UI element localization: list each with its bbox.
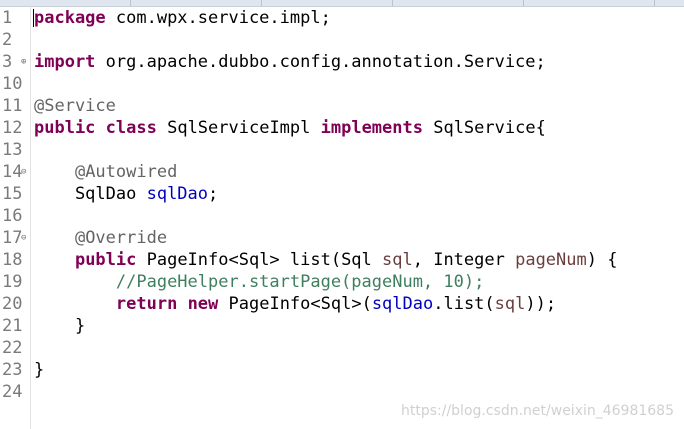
code-token: , Integer	[412, 250, 516, 270]
code-token: //PageHelper.startPage(pageNum, 10);	[115, 272, 485, 292]
code-text[interactable]: import org.apache.dubbo.config.annotatio…	[34, 51, 546, 73]
collapse-fold-icon[interactable]: ⊖	[21, 161, 31, 183]
code-token: .list(	[433, 294, 495, 314]
line-number: 10	[2, 74, 23, 94]
editor-tab[interactable]	[524, 0, 655, 6]
code-token: SqlServiceImpl	[156, 118, 321, 138]
line-number: 12	[2, 118, 23, 138]
code-token: package	[34, 8, 106, 28]
editor-tab[interactable]	[393, 0, 524, 6]
editor-tab[interactable]	[262, 0, 393, 6]
code-text[interactable]: @Override	[34, 227, 167, 249]
editor-tab[interactable]	[0, 0, 131, 6]
code-text[interactable]: }	[34, 359, 44, 381]
code-token: class	[105, 118, 157, 138]
code-text[interactable]: public PageInfo<Sql> list(Sql sql, Integ…	[34, 249, 618, 271]
code-token: return	[115, 294, 178, 314]
code-text[interactable]: //PageHelper.startPage(pageNum, 10);	[34, 271, 484, 293]
code-text[interactable]: SqlDao sqlDao;	[34, 183, 218, 205]
code-token: sqlDao	[146, 184, 209, 204]
code-token: SqlService{	[422, 118, 546, 138]
code-token: @Autowired	[74, 162, 178, 182]
code-token: PageInfo<Sql>(	[218, 294, 372, 314]
code-token: pageNum	[515, 250, 587, 270]
code-token: sql	[494, 294, 526, 314]
code-token: import	[34, 52, 96, 72]
line-number: 1	[2, 8, 13, 28]
code-text[interactable]: package com.wpx.service.impl;	[34, 7, 331, 29]
watermark-text: https://blog.csdn.net/weixin_46981685	[400, 403, 674, 419]
line-number: 16	[2, 206, 23, 226]
code-text[interactable]: }	[34, 315, 85, 337]
code-token: new	[187, 294, 219, 314]
code-token: }	[34, 360, 45, 380]
code-token: sql	[382, 250, 413, 270]
expand-fold-icon[interactable]: ⊕	[21, 51, 31, 73]
line-number: 19	[2, 272, 23, 292]
line-number: 11	[2, 96, 23, 116]
line-number: 24	[2, 382, 23, 402]
editor-tab-strip[interactable]	[0, 0, 684, 7]
code-token: @Service	[34, 96, 116, 116]
code-token: PageInfo<Sql> list(Sql	[136, 250, 383, 270]
line-number: 22	[2, 338, 23, 358]
code-token: public	[74, 250, 137, 270]
code-token: com.wpx.service.impl;	[105, 8, 331, 28]
line-number: 23	[2, 360, 23, 380]
code-token: ) {	[586, 250, 618, 270]
code-text[interactable]: @Autowired	[34, 161, 177, 183]
code-token: sqlDao	[371, 294, 434, 314]
code-token: ;	[208, 184, 219, 204]
code-token: SqlDao	[34, 184, 147, 204]
code-text[interactable]: @Service	[34, 95, 116, 117]
code-text[interactable]: public class SqlServiceImpl implements S…	[34, 117, 546, 139]
code-token: ));	[525, 294, 557, 314]
line-number: 2	[2, 30, 13, 50]
code-text[interactable]: return new PageInfo<Sql>(sqlDao.list(sql…	[34, 293, 556, 315]
code-editor[interactable]: 1 package com.wpx.service.impl; 2 3 ⊕ import …	[0, 7, 684, 429]
line-number: 15	[2, 184, 23, 204]
line-number: 18	[2, 250, 23, 270]
text-caret	[33, 9, 34, 27]
code-token: implements	[320, 118, 423, 138]
editor-tab[interactable]	[131, 0, 262, 6]
code-token: }	[34, 316, 86, 336]
line-number: 20	[2, 294, 23, 314]
line-number: 13	[2, 140, 23, 160]
line-number: 21	[2, 316, 23, 336]
collapse-fold-icon[interactable]: ⊖	[21, 227, 31, 249]
code-token: org.apache.dubbo.config.annotation.Servi…	[95, 52, 546, 72]
code-token: public	[34, 118, 96, 138]
code-token: @Override	[74, 228, 168, 248]
